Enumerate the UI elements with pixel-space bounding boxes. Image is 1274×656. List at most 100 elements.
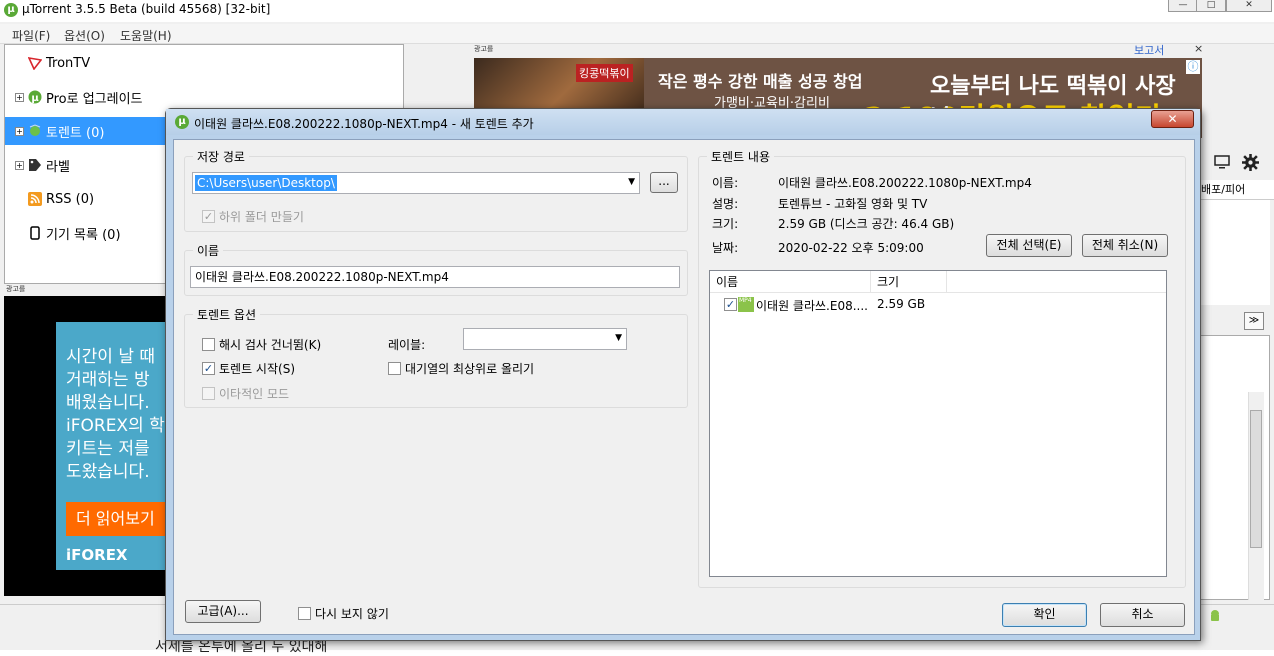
utorrent-logo-icon: µ — [175, 115, 189, 129]
sidebar-item-labels[interactable]: + 라벨 — [15, 151, 70, 179]
utorrent-icon: µ — [28, 90, 42, 104]
column-header-size[interactable]: 크기 — [871, 271, 947, 293]
checkbox-label: 대기열의 최상위로 올리기 — [405, 362, 535, 376]
torrent-list-area — [1200, 200, 1270, 305]
window-close-button[interactable]: ✕ — [1226, 0, 1272, 12]
menu-file[interactable]: 파일(F) — [12, 27, 50, 44]
ad-info-icon[interactable]: ⓘ — [1186, 60, 1200, 74]
monitor-icon[interactable] — [1214, 154, 1230, 170]
ok-button[interactable]: 확인 — [1002, 603, 1087, 627]
menu-options[interactable]: 옵션(O) — [64, 27, 105, 44]
app-title: µTorrent 3.5.5 Beta (build 45568) [32-bi… — [22, 2, 271, 16]
left-advertisement[interactable]: 시간이 날 때 거래하는 방 배웠습니다. iFOREX의 학 키트는 저를 도… — [4, 296, 186, 596]
skip-hash-checkbox[interactable]: 해시 검사 건너뜀(K) — [202, 336, 321, 353]
save-path-combo[interactable]: C:\Users\user\Desktop\ ▼ — [192, 172, 640, 194]
checkbox-label: 이타적인 모드 — [219, 387, 290, 401]
size-value: 2.59 GB (디스크 공간: 46.4 GB) — [778, 217, 955, 231]
cancel-button[interactable]: 취소 — [1100, 603, 1185, 627]
sidebar-item-label: TronTV — [46, 55, 91, 71]
expand-panel-button[interactable]: ≫ — [1244, 312, 1264, 330]
ad-label: 광고를 — [6, 285, 26, 293]
start-torrent-checkbox[interactable]: ✓ 토렌트 시작(S) — [202, 360, 295, 377]
svg-text:µ: µ — [31, 93, 39, 104]
ad-brand: 킹콩떡볶이 — [576, 64, 633, 82]
torrent-options-title: 토렌트 옵션 — [193, 306, 261, 323]
checkbox-icon — [202, 387, 215, 400]
date-caption: 날짜: — [712, 241, 739, 255]
checkbox-icon: ✓ — [202, 210, 215, 223]
checkbox-icon — [202, 338, 215, 351]
label-combo[interactable]: ▼ — [463, 328, 627, 350]
torrent-icon — [29, 124, 41, 136]
sidebar-item-label: 토렌트 (0) — [46, 125, 105, 141]
column-header-name[interactable]: 이름 — [710, 271, 871, 293]
ad-report-link[interactable]: 보고서 — [1134, 42, 1164, 58]
minimize-button[interactable]: — — [1168, 0, 1198, 12]
add-torrent-dialog: µ 이태원 클라쓰.E08.200222.1080p-NEXT.mp4 - 새 … — [165, 108, 1201, 641]
select-all-button[interactable]: 전체 선택(E) — [986, 234, 1072, 257]
description-caption: 설명: — [712, 197, 739, 211]
checkbox-label: 해시 검사 건너뜀(K) — [219, 338, 322, 352]
create-subfolder-checkbox[interactable]: ✓ 하위 폴더 만들기 — [202, 208, 304, 225]
menubar: 파일(F) 옵션(O) 도움말(H) — [0, 24, 1274, 44]
save-path-title: 저장 경로 — [193, 148, 249, 165]
maximize-button[interactable]: □ — [1196, 0, 1226, 12]
name-title: 이름 — [193, 242, 224, 259]
sidebar-item-torrents[interactable]: + 토렌트 (0) — [5, 117, 168, 145]
name-field[interactable]: 이태원 클라쓰.E08.200222.1080p-NEXT.mp4 — [190, 266, 680, 288]
altruistic-mode-checkbox[interactable]: 이타적인 모드 — [202, 385, 289, 402]
sidebar-item-devices[interactable]: 기기 목록 (0) — [15, 219, 121, 247]
sidebar-item-trontv[interactable]: TronTV — [15, 49, 90, 77]
ad-label: 광고를 — [474, 45, 494, 53]
checkbox-icon: ✓ — [202, 362, 215, 375]
tron-icon — [28, 57, 42, 70]
rss-icon — [28, 192, 42, 206]
column-header-seeds-peers[interactable]: 배포/피어 — [1200, 180, 1274, 200]
size-caption: 크기: — [712, 217, 739, 231]
file-row[interactable]: ✓ MP4 이태원 클라쓰.E08.... 2.59 GB — [710, 295, 1166, 315]
dialog-title: 이태원 클라쓰.E08.200222.1080p-NEXT.mp4 - 새 토렌… — [194, 117, 534, 131]
sidebar-item-label: 라벨 — [46, 159, 70, 175]
ad-line-1: 작은 평수 강한 매출 성공 창업 — [658, 72, 863, 91]
chevron-down-icon[interactable]: ▼ — [628, 177, 635, 187]
dont-show-again-checkbox[interactable]: 다시 보지 않기 — [298, 605, 389, 622]
expand-icon[interactable]: + — [15, 160, 24, 170]
file-checkbox[interactable]: ✓ — [724, 298, 737, 311]
dialog-titlebar[interactable]: µ 이태원 클라쓰.E08.200222.1080p-NEXT.mp4 - 새 … — [166, 109, 1200, 135]
sidebar-item-label: RSS (0) — [46, 191, 95, 207]
label-caption: 레이블: — [388, 338, 426, 352]
select-none-button[interactable]: 전체 취소(N) — [1082, 234, 1168, 257]
date-value: 2020-02-22 오후 5:09:00 — [778, 241, 924, 255]
dialog-body: 저장 경로 C:\Users\user\Desktop\ ▼ ... ✓ 하위 … — [173, 139, 1195, 635]
device-icon — [30, 226, 40, 240]
sidebar-item-label: Pro로 업그레이드 — [46, 91, 143, 107]
file-list-header: 이름 크기 — [710, 271, 1166, 293]
expand-icon[interactable]: + — [15, 126, 24, 136]
checkbox-label: 하위 폴더 만들기 — [219, 210, 304, 224]
browse-button[interactable]: ... — [650, 172, 678, 193]
sidebar-item-label: 기기 목록 (0) — [46, 227, 121, 243]
expand-icon[interactable]: + — [15, 92, 24, 102]
gear-icon[interactable] — [1242, 154, 1259, 171]
torrent-content-title: 토렌트 내용 — [707, 148, 775, 165]
file-list: 이름 크기 ✓ MP4 이태원 클라쓰.E08.... 2.59 GB — [709, 270, 1167, 577]
android-icon[interactable] — [1208, 609, 1222, 623]
mp4-file-icon: MP4 — [738, 297, 754, 312]
ad-panel: 시간이 날 때 거래하는 방 배웠습니다. iFOREX의 학 키트는 저를 도… — [56, 322, 186, 570]
name-caption: 이름: — [712, 176, 739, 190]
description-value: 토렌튜브 - 고화질 영화 및 TV — [778, 197, 928, 211]
sidebar-item-upgrade[interactable]: + µ Pro로 업그레이드 — [15, 83, 143, 111]
top-of-queue-checkbox[interactable]: 대기열의 최상위로 올리기 — [388, 360, 534, 377]
chevron-down-icon[interactable]: ▼ — [615, 333, 622, 343]
file-size: 2.59 GB — [877, 297, 926, 311]
torrent-name-value: 이태원 클라쓰.E08.200222.1080p-NEXT.mp4 — [778, 176, 1032, 190]
checkbox-label: 다시 보지 않기 — [315, 607, 389, 621]
sidebar-item-rss[interactable]: RSS (0) — [15, 185, 94, 213]
scrollbar-thumb[interactable] — [1250, 410, 1262, 548]
dialog-close-button[interactable]: ✕ — [1151, 110, 1194, 128]
ad-close-icon[interactable]: × — [1194, 42, 1203, 55]
label-icon — [29, 159, 41, 171]
advanced-button[interactable]: 고급(A)... — [185, 600, 261, 623]
checkbox-label: 토렌트 시작(S) — [219, 362, 295, 376]
menu-help[interactable]: 도움말(H) — [120, 27, 172, 44]
